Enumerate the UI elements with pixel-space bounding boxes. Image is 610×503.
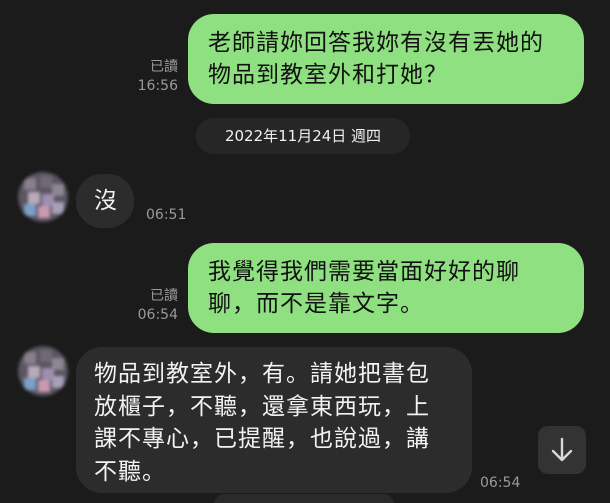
outgoing-message[interactable]: 我覺得我們需要當面好好的聊 聊，而不是靠文字。 [188, 243, 584, 333]
message-line: 老師請妳回答我妳有沒有丟她的 [208, 30, 544, 56]
message-line: 我覺得我們需要當面好好的聊 [208, 259, 520, 285]
outgoing-message[interactable]: 老師請妳回答我妳有沒有丟她的 物品到教室外和打她？ [188, 14, 584, 104]
scroll-to-bottom-button[interactable] [538, 426, 586, 474]
message-time: 06:54 [480, 475, 521, 491]
message-line: 課不專心，已提醒，也說過，講 [94, 426, 430, 452]
incoming-message[interactable]: 沒 [76, 174, 134, 228]
message-line: 沒 [94, 188, 118, 214]
message-line: 物品到教室外，有。請她把書包 [94, 361, 430, 387]
read-receipt: 已讀 [150, 288, 178, 304]
message-line: 放櫃子，不聽，還拿東西玩，上 [94, 393, 430, 420]
incoming-message[interactable]: 物品到教室外，有。請她把書包 放櫃子，不聽，還拿東西玩，上 課不專心，已提醒，也… [76, 347, 472, 493]
date-divider: 2022年11月24日 週四 [196, 118, 410, 154]
arrow-down-icon [551, 437, 573, 462]
contact-avatar[interactable] [18, 172, 68, 222]
message-line: 聊，而不是靠文字。 [208, 291, 424, 317]
message-meta: 已讀 06:54 [130, 287, 178, 325]
message-meta: 已讀 16:56 [130, 58, 178, 96]
read-receipt: 已讀 [150, 59, 178, 75]
message-time: 06:54 [137, 307, 178, 323]
next-date-divider [214, 494, 394, 503]
message-time: 16:56 [137, 78, 178, 94]
message-time: 06:51 [146, 207, 187, 223]
message-line: 物品到教室外和打她？ [208, 62, 448, 88]
message-line: 不聽。 [94, 458, 166, 485]
chat-view[interactable]: 已讀 16:56 老師請妳回答我妳有沒有丟她的 物品到教室外和打她？ 2022年… [0, 0, 610, 503]
contact-avatar[interactable] [18, 346, 68, 396]
